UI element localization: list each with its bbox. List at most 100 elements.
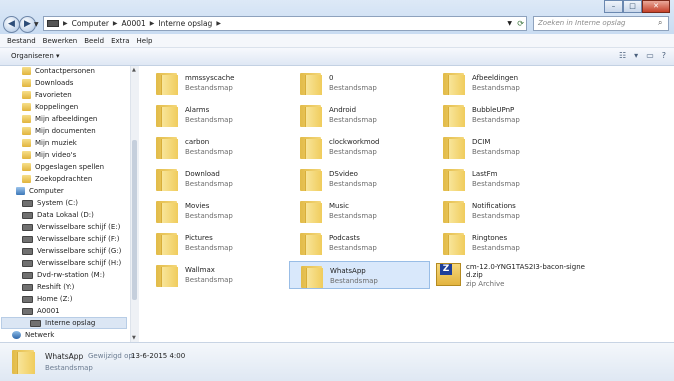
breadcrumb-interne-opslag[interactable]: Interne opslag: [158, 19, 212, 28]
folder-icon: [300, 105, 322, 127]
folder-item[interactable]: Notifications Bestandsmap: [432, 197, 573, 225]
sidebar-item[interactable]: Interne opslag: [1, 317, 127, 329]
sidebar-item[interactable]: Verwisselbare schijf (E:): [0, 221, 120, 233]
menu-bewerken[interactable]: Bewerken: [43, 37, 78, 45]
menu-extra[interactable]: Extra: [111, 37, 129, 45]
folder-item[interactable]: clockworkmod Bestandsmap: [289, 133, 430, 161]
search-icon[interactable]: ⌕: [658, 18, 662, 28]
refresh-icon[interactable]: ⟳: [517, 19, 524, 28]
back-button[interactable]: ◀: [3, 16, 20, 33]
folder-name: LastFm: [472, 170, 498, 178]
sidebar-item[interactable]: Verwisselbare schijf (F:): [0, 233, 119, 245]
folder-name: WhatsApp: [330, 267, 366, 275]
sidebar-item[interactable]: Computer: [0, 185, 64, 197]
sidebar-item-label: Verwisselbare schijf (G:): [37, 247, 122, 255]
menu-beeld[interactable]: Beeld: [84, 37, 104, 45]
folder-type: Bestandsmap: [472, 116, 520, 124]
folder-icon: [443, 73, 465, 95]
menu-bestand[interactable]: Bestand: [7, 37, 36, 45]
navigation-scrollbar[interactable]: ▲ ▼: [130, 66, 139, 342]
sidebar-item[interactable]: Dvd-rw-station (M:): [0, 269, 105, 281]
sidebar-item[interactable]: Koppelingen: [0, 101, 78, 113]
folder-type: Bestandsmap: [185, 276, 233, 284]
scroll-down-icon[interactable]: ▼: [132, 335, 136, 341]
address-bar[interactable]: ▶ Computer ▶ A0001 ▶ Interne opslag ▶ ▼ …: [43, 16, 527, 31]
back-arrow-icon: ◀: [8, 19, 15, 29]
folder-item[interactable]: mmssyscache Bestandsmap: [145, 69, 286, 97]
folder-item[interactable]: Pictures Bestandsmap: [145, 229, 286, 257]
sidebar-item[interactable]: Netwerk: [0, 329, 54, 341]
file-name: cm-12.0-YNG1TAS2I3-bacon-signe: [466, 263, 585, 271]
navigation-pane: Contactpersonen Downloads Favorieten Koppel…: [0, 66, 131, 342]
sidebar-item[interactable]: System (C:): [0, 197, 78, 209]
sidebar-item[interactable]: Favorieten: [0, 89, 72, 101]
search-input[interactable]: Zoeken in Interne opslag: [533, 16, 669, 31]
folder-item[interactable]: DSvideo Bestandsmap: [289, 165, 430, 193]
sidebar-item[interactable]: Mijn muziek: [0, 137, 77, 149]
sidebar-item[interactable]: Opgeslagen spellen: [0, 161, 104, 173]
chevron-right-icon[interactable]: ▶: [216, 20, 221, 27]
help-icon[interactable]: ?: [662, 51, 666, 60]
drive-icon: [22, 235, 33, 243]
file-name-continued: d.zip: [466, 271, 483, 279]
view-dropdown-icon[interactable]: ▾: [634, 51, 638, 60]
folder-item[interactable]: Podcasts Bestandsmap: [289, 229, 430, 257]
folder-item[interactable]: Music Bestandsmap: [289, 197, 430, 225]
folder-item[interactable]: Ringtones Bestandsmap: [432, 229, 573, 257]
chevron-right-icon[interactable]: ▶: [150, 20, 155, 27]
sidebar-item[interactable]: Mijn video's: [0, 149, 76, 161]
folder-item[interactable]: carbon Bestandsmap: [145, 133, 286, 161]
folder-item[interactable]: Alarms Bestandsmap: [145, 101, 286, 129]
file-item[interactable]: Zcm-12.0-YNG1TAS2I3-bacon-signe d.zip zip …: [432, 261, 585, 289]
details-type: Bestandsmap: [45, 364, 93, 372]
sidebar-item[interactable]: Home (Z:): [0, 293, 73, 305]
folder-item[interactable]: Movies Bestandsmap: [145, 197, 286, 225]
sidebar-item[interactable]: Zoekopdrachten: [0, 173, 92, 185]
sidebar-item-label: Favorieten: [35, 91, 72, 99]
sidebar-item[interactable]: Mijn documenten: [0, 125, 96, 137]
network-icon: [12, 331, 21, 339]
sidebar-item[interactable]: Contactpersonen: [0, 66, 95, 77]
address-dropdown-icon[interactable]: ▼: [507, 20, 512, 27]
breadcrumb-computer[interactable]: Computer: [72, 19, 109, 28]
preview-pane-icon[interactable]: ▭: [646, 51, 654, 60]
scrollbar-thumb[interactable]: [132, 140, 137, 300]
maximize-button[interactable]: □: [623, 0, 642, 13]
folder-item[interactable]: WhatsApp Bestandsmap: [289, 261, 430, 289]
breadcrumb-a0001[interactable]: A0001: [122, 19, 146, 28]
sidebar-item[interactable]: Reshift (Y:): [0, 281, 74, 293]
folder-icon: [156, 137, 178, 159]
folder-item[interactable]: LastFm Bestandsmap: [432, 165, 573, 193]
folder-type: Bestandsmap: [329, 244, 377, 252]
chevron-right-icon[interactable]: ▶: [63, 20, 68, 27]
sidebar-item[interactable]: A0001: [0, 305, 60, 317]
menu-help[interactable]: Help: [137, 37, 153, 45]
details-pane: WhatsApp Gewijzigd op: 13-6-2015 4:00 Be…: [0, 342, 674, 381]
toolbar: Organiseren ▾ ☷ ▾ ▭ ?: [0, 48, 674, 66]
folder-item[interactable]: Download Bestandsmap: [145, 165, 286, 193]
folder-icon: [22, 115, 31, 123]
sidebar-item-label: Dvd-rw-station (M:): [37, 271, 105, 279]
folder-item[interactable]: 0 Bestandsmap: [289, 69, 430, 97]
folder-name: DCIM: [472, 138, 491, 146]
chevron-right-icon[interactable]: ▶: [113, 20, 118, 27]
folder-item[interactable]: BubbleUPnP Bestandsmap: [432, 101, 573, 129]
folder-item[interactable]: DCIM Bestandsmap: [432, 133, 573, 161]
folder-icon: [12, 350, 35, 374]
sidebar-item-label: Data Lokaal (D:): [37, 211, 94, 219]
folder-item[interactable]: Android Bestandsmap: [289, 101, 430, 129]
sidebar-item[interactable]: Verwisselbare schijf (H:): [0, 257, 121, 269]
sidebar-item-label: Koppelingen: [35, 103, 79, 111]
minimize-button[interactable]: –: [604, 0, 623, 13]
scroll-up-icon[interactable]: ▲: [132, 67, 136, 73]
sidebar-item[interactable]: Downloads: [0, 77, 73, 89]
organize-button[interactable]: Organiseren ▾: [11, 52, 60, 60]
sidebar-item[interactable]: Verwisselbare schijf (G:): [0, 245, 121, 257]
recent-pages-dropdown[interactable]: ▼: [34, 21, 39, 28]
folder-item[interactable]: Wallmax Bestandsmap: [145, 261, 286, 289]
sidebar-item[interactable]: Data Lokaal (D:): [0, 209, 94, 221]
sidebar-item[interactable]: Mijn afbeeldingen: [0, 113, 97, 125]
view-options-icon[interactable]: ☷: [619, 51, 626, 60]
folder-item[interactable]: Afbeeldingen Bestandsmap: [432, 69, 573, 97]
close-button[interactable]: ✕: [642, 0, 670, 13]
